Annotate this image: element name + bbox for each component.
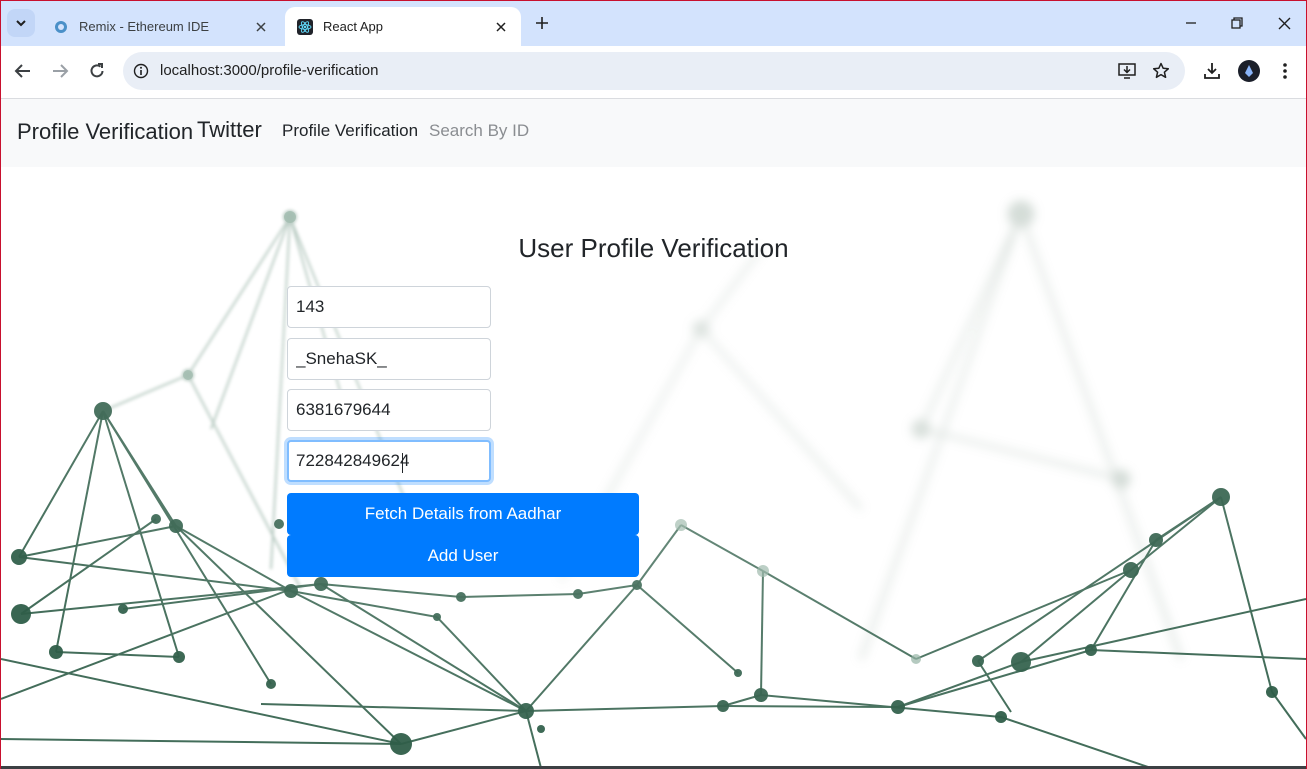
page-title: User Profile Verification	[518, 233, 789, 263]
url-text: localhost:3000/profile-verification	[160, 62, 379, 79]
nav-link-search-by-id[interactable]: Search By ID	[429, 121, 529, 141]
profile-avatar[interactable]	[1238, 60, 1260, 82]
more-vert-icon	[1283, 63, 1287, 79]
close-window-button[interactable]	[1274, 13, 1294, 33]
user-id-input[interactable]	[287, 286, 491, 328]
network-background	[1, 99, 1306, 768]
tab-title: React App	[323, 19, 383, 34]
add-user-button[interactable]: Add User	[287, 535, 639, 577]
phone-input[interactable]	[287, 389, 491, 431]
download-icon	[1204, 63, 1220, 79]
avatar-icon	[1238, 60, 1260, 82]
tab-remix[interactable]: Remix - Ethereum IDE	[41, 7, 281, 46]
username-input[interactable]	[287, 338, 491, 380]
reload-icon	[90, 63, 104, 78]
fetch-aadhar-button[interactable]: Fetch Details from Aadhar	[287, 493, 639, 535]
bookmark-button[interactable]	[1151, 61, 1171, 81]
restore-icon	[1231, 17, 1243, 29]
tab-title: Remix - Ethereum IDE	[79, 19, 210, 34]
aadhar-number-input[interactable]	[287, 440, 491, 482]
plus-icon	[536, 17, 548, 29]
app-navbar: Profile Verification Twitter Profile Ver…	[1, 99, 1306, 167]
arrow-left-icon	[14, 64, 30, 78]
browser-menu-button[interactable]	[1274, 60, 1296, 82]
downloads-button[interactable]	[1201, 60, 1223, 82]
restore-button[interactable]	[1227, 13, 1247, 33]
reload-button[interactable]	[84, 58, 110, 84]
close-icon[interactable]	[493, 19, 509, 35]
install-icon	[1118, 63, 1136, 79]
nav-link-profile-verification[interactable]: Profile Verification	[282, 121, 418, 141]
arrow-right-icon	[53, 64, 69, 78]
react-logo-icon	[297, 18, 313, 35]
star-icon	[1152, 62, 1170, 79]
address-bar[interactable]: localhost:3000/profile-verification	[123, 52, 1185, 90]
install-app-button[interactable]	[1117, 61, 1137, 81]
minimize-icon	[1186, 22, 1196, 24]
tab-react-app[interactable]: React App	[285, 7, 521, 46]
info-icon[interactable]	[133, 63, 149, 79]
page-viewport: Profile Verification Twitter Profile Ver…	[1, 99, 1306, 768]
chevron-down-icon	[16, 20, 26, 27]
remix-logo-icon	[55, 20, 67, 33]
minimize-button[interactable]	[1181, 13, 1201, 33]
close-icon	[1278, 17, 1290, 29]
new-tab-button[interactable]	[531, 12, 553, 34]
back-button[interactable]	[10, 58, 36, 84]
navbar-brand-twitter[interactable]: Twitter	[197, 117, 262, 143]
browser-tabstrip: Remix - Ethereum IDE React App	[1, 1, 1306, 46]
tab-search-button[interactable]	[7, 9, 35, 37]
navbar-brand[interactable]: Profile Verification	[17, 119, 193, 145]
text-cursor	[402, 453, 403, 473]
browser-toolbar: localhost:3000/profile-verification	[1, 46, 1306, 99]
forward-button[interactable]	[47, 58, 73, 84]
close-icon[interactable]	[253, 19, 269, 35]
